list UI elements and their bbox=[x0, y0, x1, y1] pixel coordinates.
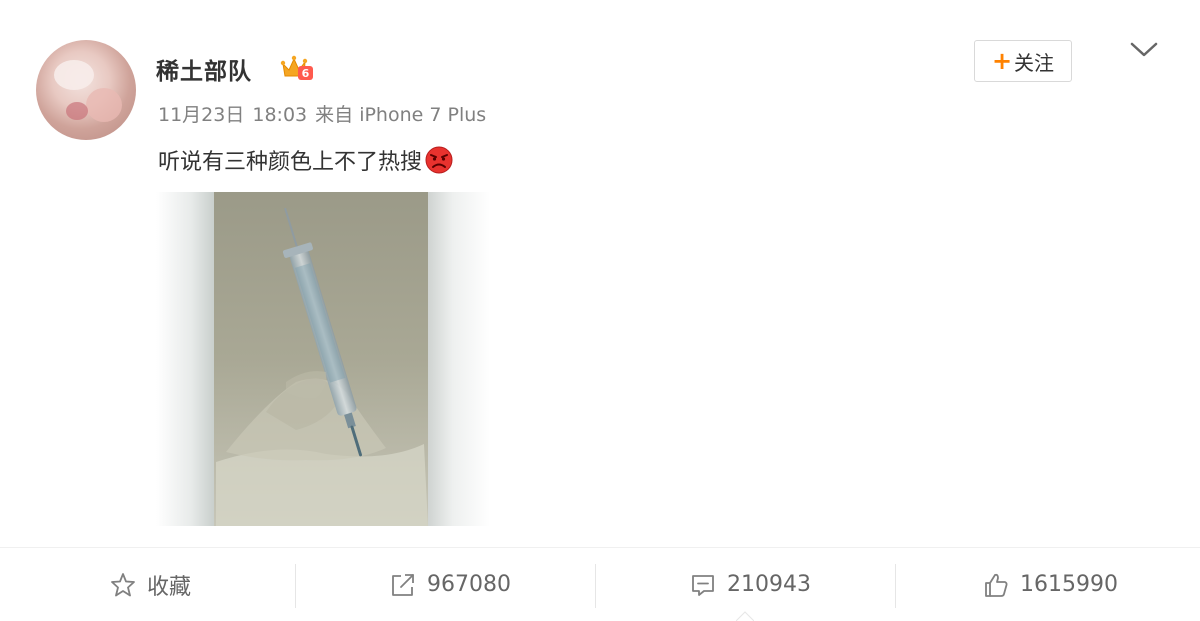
comment-bubble-icon bbox=[692, 574, 714, 596]
post-text: 听说有三种颜色上不了热搜 bbox=[158, 144, 454, 176]
avatar-highlight bbox=[86, 88, 122, 122]
action-separator bbox=[895, 564, 896, 608]
weibo-post-card: 稀土部队 6 11月23日 18:03 来自 iPhone 7 Plus 听说有三种… bbox=[0, 0, 1200, 621]
like-count: 1615990 bbox=[1020, 572, 1118, 597]
post-text-content: 听说有三种颜色上不了热搜 bbox=[158, 150, 423, 175]
username[interactable]: 稀土部队 bbox=[156, 52, 252, 86]
avatar-highlight bbox=[66, 102, 88, 120]
repost-button[interactable]: 967080 bbox=[300, 548, 600, 621]
post-meta: 11月23日 18:03 来自 iPhone 7 Plus bbox=[158, 100, 494, 127]
angry-face-emoji-icon bbox=[425, 146, 453, 174]
avatar[interactable] bbox=[36, 40, 136, 140]
svg-text:6: 6 bbox=[302, 67, 310, 80]
source-prefix: 来自 bbox=[315, 104, 354, 126]
follow-label: 关注 bbox=[1014, 50, 1055, 75]
action-separator bbox=[595, 564, 596, 608]
favorite-label: 收藏 bbox=[146, 574, 191, 600]
like-button[interactable]: 1615990 bbox=[900, 548, 1200, 621]
favorite-button[interactable]: 收藏 bbox=[0, 548, 300, 621]
post-time[interactable]: 18:03 bbox=[252, 104, 307, 126]
action-bar: 收藏 967080 210943 1615990 bbox=[0, 548, 1200, 621]
action-separator bbox=[295, 564, 296, 608]
post-date[interactable]: 11月23日 bbox=[158, 104, 244, 126]
source-device: iPhone 7 Plus bbox=[359, 104, 487, 126]
post-image[interactable] bbox=[156, 192, 490, 526]
vip-crown-badge-icon[interactable]: 6 bbox=[280, 52, 316, 82]
repost-count: 967080 bbox=[427, 572, 511, 597]
follow-plus-icon: + bbox=[991, 47, 1013, 75]
comment-pointer-caret bbox=[736, 611, 754, 621]
thumbs-up-icon bbox=[985, 573, 1008, 597]
chevron-down-icon[interactable] bbox=[1128, 38, 1160, 62]
share-arrow-icon bbox=[392, 573, 414, 596]
comment-count: 210943 bbox=[727, 572, 811, 597]
follow-button[interactable]: + 关注 bbox=[974, 40, 1072, 82]
star-icon bbox=[111, 572, 135, 596]
avatar-highlight bbox=[54, 60, 94, 90]
